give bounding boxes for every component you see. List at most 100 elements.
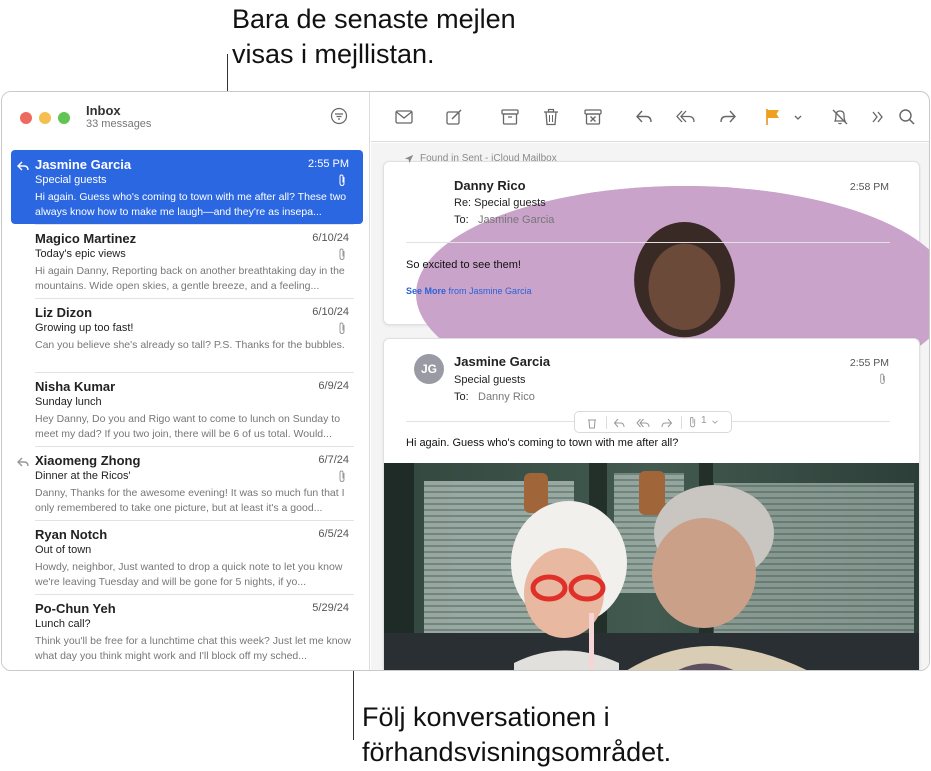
replied-icon [17,158,29,171]
message-sender: Xiaomeng Zhong [35,453,141,468]
message-date: 6/7/24 [318,454,349,466]
forward-icon[interactable] [660,416,674,430]
list-item[interactable]: Ryan Notch 6/5/24 Out of town Howdy, neighb… [11,520,363,594]
callout-bottom-line1: Följ konversationen i [362,702,610,732]
reply-icon[interactable] [633,106,655,128]
recipient-name[interactable]: Jasmine Garcia [478,214,554,226]
callout-mail-list: Bara de senaste mejlen visas i mejllista… [232,2,572,72]
location-arrow-icon [404,154,414,164]
callout-top-line2: visas i mejllistan. [232,39,435,69]
list-item[interactable]: Xiaomeng Zhong 6/7/24 Dinner at the Ricos'… [11,446,363,520]
search-icon[interactable] [896,106,918,128]
message-sender: Nisha Kumar [35,379,116,394]
minimize-window-button[interactable] [39,112,51,124]
list-item[interactable]: Magico Martinez 6/10/24 Today's epic views… [11,224,363,298]
message-sender: Liz Dizon [35,305,93,320]
callout-top-line1: Bara de senaste mejlen [232,4,516,34]
message-sender: Jasmine Garcia [454,354,551,369]
message-subject: Lunch call? [35,618,91,630]
message-subject: Out of town [35,544,92,556]
reply-all-icon[interactable] [675,106,697,128]
compose-icon[interactable] [443,106,465,128]
message-list-pane: Inbox 33 messages Jasmine Garcia 2:55 PM S… [2,92,370,670]
message-preview: Can you believe she's already so tall? P… [35,339,345,351]
callout-bottom-line2: förhandsvisningsområdet. [362,737,672,767]
forward-icon[interactable] [717,106,739,128]
message-body: Hi again. Guess who's coming to town wit… [406,437,679,449]
mail-window: Inbox 33 messages Jasmine Garcia 2:55 PM S… [1,91,930,671]
list-item[interactable]: Nisha Kumar 6/9/24 Sunday lunch Hey Danny, … [11,372,363,446]
message-date: 6/10/24 [312,306,349,318]
message-preview: Hey Danny, Do you and Rigo want to come … [35,413,341,440]
archive-icon[interactable] [499,106,521,128]
mute-bell-icon[interactable] [829,106,851,128]
message-time: 2:55 PM [849,357,889,369]
list-divider [35,520,354,521]
see-more-source: from Jasmine Garcia [448,286,532,296]
action-separator [681,416,682,429]
see-more-label: See More [406,286,447,296]
paperclip-icon [337,322,347,335]
flag-icon[interactable] [762,106,784,128]
recipient-name[interactable]: Danny Rico [478,391,535,403]
message-preview: Hi again Danny, Reporting back on anothe… [35,265,345,292]
chevron-down-icon [712,420,718,424]
trash-icon[interactable] [585,416,599,430]
mailbox-message-count: 33 messages [86,118,152,130]
list-divider [35,446,354,447]
reply-all-icon[interactable] [636,416,650,430]
list-divider [35,224,354,225]
trash-icon[interactable] [540,106,562,128]
message-date: 5/29/24 [312,602,349,614]
callout-preview-area: Följ konversationen i förhandsvisningsom… [362,700,782,770]
message-subject: Today's epic views [35,248,126,260]
close-window-button[interactable] [20,112,32,124]
filter-icon[interactable] [329,106,349,126]
message-preview: Danny, Thanks for the awesome evening! I… [35,487,345,514]
message-time: 2:58 PM [849,181,889,193]
message-sender: Po-Chun Yeh [35,601,116,616]
message-card-reply[interactable]: Danny Rico 2:58 PM Re: Special guests To… [383,161,929,402]
message-subject: Special guests [454,374,526,386]
paperclip-icon [337,174,347,187]
more-icon[interactable] [867,106,889,128]
message-subject: Sunday lunch [35,396,102,408]
action-separator [606,416,607,429]
replied-icon [17,454,29,467]
list-divider [35,372,354,373]
message-sender: Danny Rico [454,178,526,193]
message-subject: Re: Special guests [454,197,546,209]
message-preview: Think you'll be free for a lunchtime cha… [35,635,351,662]
junk-icon[interactable] [582,106,604,128]
attached-photo[interactable] [384,463,919,670]
see-more-link[interactable]: See More from Jasmine Garcia [406,286,532,296]
message-sender: Magico Martinez [35,231,137,246]
mailbox-title: Inbox [86,103,121,118]
found-in-banner: Found in Sent - iCloud Mailbox [384,151,919,167]
list-divider [35,298,354,299]
message-date: 6/9/24 [318,380,349,392]
zoom-window-button[interactable] [58,112,70,124]
paperclip-icon [337,470,347,483]
list-divider [35,594,354,595]
message-preview: Hi again. Guess who's coming to town wit… [35,191,347,218]
toolbar [371,92,929,142]
message-subject: Dinner at the Ricos' [35,470,131,482]
message-subject: Special guests [35,174,107,186]
paperclip-icon [690,416,696,428]
chevron-down-icon[interactable] [791,106,805,128]
reply-icon[interactable] [612,416,626,430]
message-date: 6/5/24 [318,528,349,540]
conversation-preview-pane: Danny Rico 2:58 PM Re: Special guests To… [371,143,929,670]
attachment-menu[interactable]: 1 [687,415,727,430]
list-item[interactable]: Po-Chun Yeh 5/29/24 Lunch call? Think you'l… [11,594,363,668]
message-action-bar: 1 [574,411,732,433]
message-card-original[interactable]: JG Jasmine Garcia 2:55 PM Special guests… [383,338,920,670]
attached-photo-image [384,463,919,670]
list-item[interactable]: Jasmine Garcia 2:55 PM Special guests Hi ag… [11,150,363,224]
envelope-icon[interactable] [393,106,415,128]
list-item[interactable]: Liz Dizon 6/10/24 Growing up too fast! Can … [11,298,363,372]
message-subject: Growing up too fast! [35,322,134,334]
avatar: JG [414,354,444,384]
to-label: To: [454,391,469,403]
